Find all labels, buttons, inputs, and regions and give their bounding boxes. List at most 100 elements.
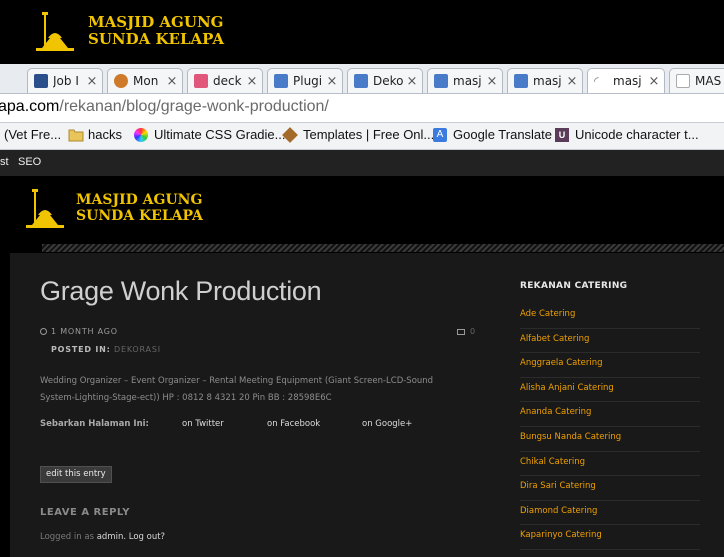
list-item[interactable]: Bungsu Nanda Catering [520,427,700,452]
admin-bar: st SEO [0,150,724,176]
tab-label: Job I [53,74,79,88]
browser-tab[interactable]: Deko × [347,68,423,93]
logo-line-1: MASJID AGUNG [76,191,203,208]
share-google-link[interactable]: on Google+ [362,419,412,429]
close-icon[interactable]: × [647,74,661,89]
job-favicon-icon [34,74,48,88]
wordpress-page-icon [354,74,368,88]
list-item[interactable]: Kaparinyo Catering [520,525,700,550]
close-icon[interactable]: × [85,74,99,89]
bookmark-item[interactable]: A Google Translate [433,127,552,142]
close-icon[interactable]: × [565,74,579,89]
gradient-icon [134,127,148,142]
address-bar[interactable]: apa.com/rekanan/blog/grage-wonk-producti… [0,94,724,123]
tab-label: Plugi [293,74,323,88]
bookmark-label: Google Translate [453,127,553,142]
blank-page-icon [676,74,690,88]
bookmark-item[interactable]: Ultimate CSS Gradie... [134,127,286,142]
list-item[interactable]: Dira Sari Catering [520,476,700,501]
browser-tab[interactable]: Job I × [27,68,103,93]
close-icon[interactable]: × [165,74,179,89]
comment-icon [457,328,465,335]
comment-count-value: 0 [470,327,476,336]
list-item[interactable]: Chikal Catering [520,452,700,477]
post-title[interactable]: Grage Wonk Production [40,276,322,307]
logo-line-1: MASJID AGUNG [88,12,224,31]
comment-count[interactable]: 0 [457,327,476,336]
browser-tab[interactable]: Plugi × [267,68,343,93]
browser-tab[interactable]: deck × [187,68,263,93]
bookmark-item[interactable]: Templates | Free Onl... [282,126,435,143]
bookmark-label: Ultimate CSS Gradie... [154,127,286,142]
admin-bar-item[interactable]: st [0,156,9,168]
tab-label: deck [213,74,242,88]
browser-tab[interactable]: masj × [427,68,503,93]
wordpress-page-icon [514,74,528,88]
logo-line-2: SUNDA KELAPA [76,208,203,224]
tab-label: Deko [373,74,404,88]
bookmark-label: Templates | Free Onl... [303,127,435,142]
list-item[interactable]: Alisha Anjani Catering [520,378,700,403]
posted-in-label: POSTED IN: [51,345,111,354]
loading-spinner-icon: ◜ [594,74,599,88]
browser-tab-strip: Job I × Mon × deck × Plugi × Deko × masj… [0,64,724,94]
leave-reply-heading: LEAVE A REPLY [40,507,130,518]
share-row: Sebarkan Halaman Ini: on Twitter on Face… [40,419,412,429]
logo-line-2: SUNDA KELAPA [88,30,224,48]
firefox-favicon-icon [114,74,128,88]
slideshare-favicon-icon [194,74,208,88]
translate-icon: A [433,127,447,142]
site-logo[interactable]: MASJID AGUNG SUNDA KELAPA [22,187,203,229]
bookmark-item[interactable]: (Vet Fre... [4,127,61,142]
tab-label: Mon [133,74,159,88]
clock-icon [40,328,47,335]
browser-tab[interactable]: MAS [669,68,724,93]
logout-link[interactable]: Log out? [129,532,165,542]
share-label: Sebarkan Halaman Ini: [40,419,149,429]
edit-entry-button[interactable]: edit this entry [40,466,112,483]
bookmark-label: (Vet Fre... [4,127,62,142]
tab-label: masj [533,74,562,88]
close-icon[interactable]: × [485,74,499,89]
top-site-logo: MASJID AGUNG SUNDA KELAPA [32,10,224,52]
bookmark-label: hacks [88,127,122,142]
tab-label: masj [613,74,642,88]
sidebar-title: REKANAN CATERING [520,281,628,291]
share-twitter-link[interactable]: on Twitter [182,419,224,429]
bookmark-item[interactable]: U Unicode character t... [555,127,699,142]
list-item[interactable]: Alfabet Catering [520,329,700,354]
post-date-text: 1 MONTH AGO [51,327,118,336]
logged-in-prefix: Logged in as [40,532,94,542]
list-item[interactable]: Diamond Catering [520,501,700,526]
browser-tab-active[interactable]: ◜ masj × [587,68,665,93]
bookmark-label: Unicode character t... [575,127,699,142]
catering-list: Ade Catering Alfabet Catering Anggraela … [520,304,700,550]
wordpress-page-icon [274,74,288,88]
user-link[interactable]: admin [97,532,124,542]
wordpress-page-icon [434,74,448,88]
url-text[interactable]: apa.com/rekanan/blog/grage-wonk-producti… [0,98,329,116]
category-link[interactable]: DEKORASI [114,345,161,354]
post-category: POSTED IN: DEKORASI [51,345,161,354]
tab-label: masj [453,74,482,88]
bookmark-folder-hacks[interactable]: hacks [68,127,122,142]
list-item[interactable]: Anggraela Catering [520,353,700,378]
url-path: /rekanan/blog/grage-wonk-production/ [59,98,329,115]
close-icon[interactable]: × [405,74,419,89]
mosque-logo-icon [22,187,68,229]
logged-in-line: Logged in as admin. Log out? [40,532,166,542]
unicode-icon: U [555,127,569,142]
close-icon[interactable]: × [325,74,339,89]
post-date: 1 MONTH AGO [40,327,118,336]
share-facebook-link[interactable]: on Facebook [267,419,320,429]
browser-tab[interactable]: masj × [507,68,583,93]
list-item[interactable]: Ananda Catering [520,402,700,427]
admin-bar-seo[interactable]: SEO [18,156,41,168]
browser-tab[interactable]: Mon × [107,68,183,93]
template-icon [282,126,298,143]
tab-label: MAS [695,74,722,88]
bookmarks-bar: (Vet Fre... hacks Ultimate CSS Gradie...… [0,123,724,150]
mosque-logo-icon [32,10,78,52]
close-icon[interactable]: × [245,74,259,89]
list-item[interactable]: Ade Catering [520,304,700,329]
